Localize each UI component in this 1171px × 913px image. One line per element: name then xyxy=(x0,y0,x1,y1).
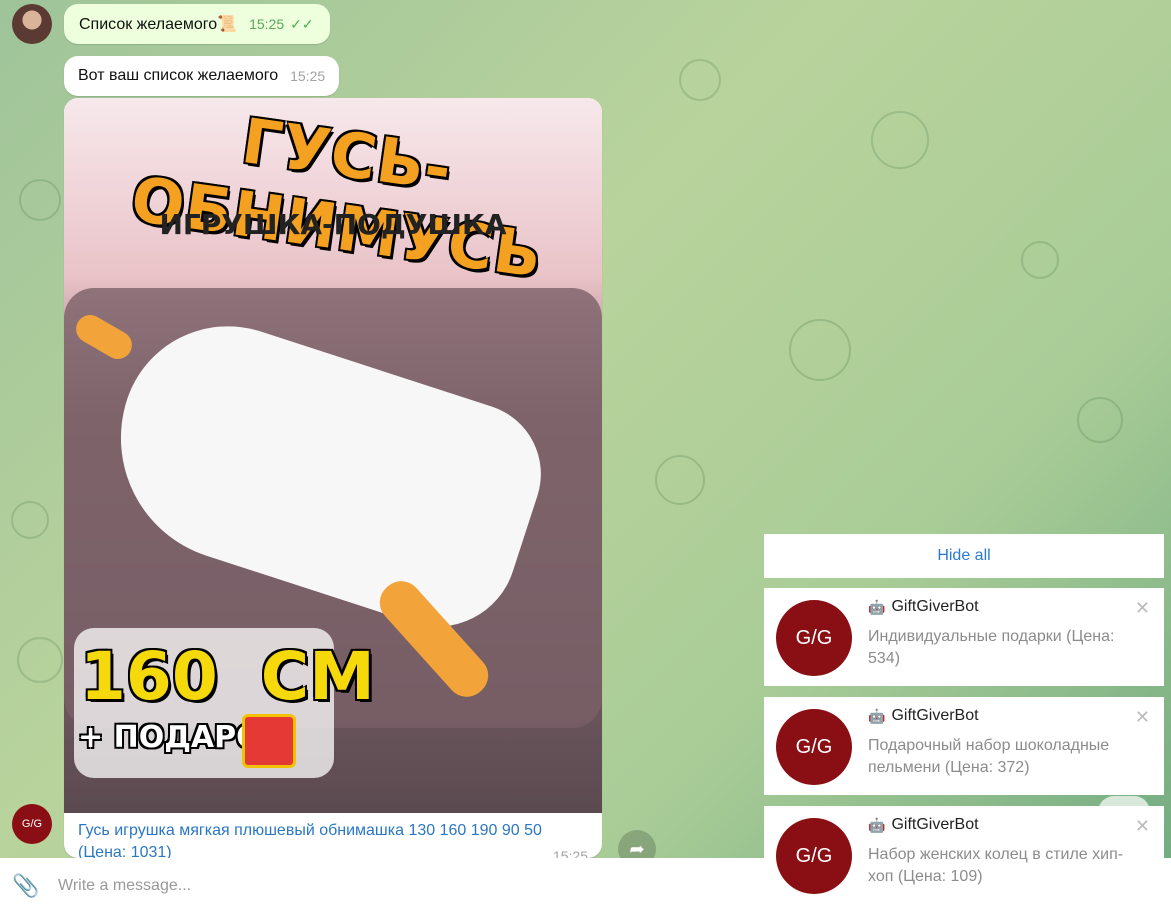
hide-all-button[interactable]: Hide all xyxy=(764,534,1164,578)
notification-text: Набор женских колец в стиле хип-хоп (Цен… xyxy=(868,846,1124,885)
notification-title: 🤖 GiftGiverBot xyxy=(868,816,979,834)
incoming-message[interactable]: Вот ваш список желаемого 15:25 xyxy=(64,56,340,96)
notification-card[interactable]: G/G 🤖 GiftGiverBot Индивидуальные подарки… xyxy=(764,588,1164,686)
bot-icon: 🤖 xyxy=(868,707,886,724)
notification-title-text: GiftGiverBot xyxy=(891,816,979,833)
photo-title: ГУСЬ-ОБНИМУСЬ xyxy=(126,104,547,293)
notification-text: Индивидуальные подарки (Цена: 534) xyxy=(868,628,1115,667)
message-input[interactable]: Write a message... xyxy=(58,877,191,895)
message-text: Список желаемого📜 xyxy=(79,16,238,33)
read-checks-icon: ✓✓ xyxy=(290,15,314,32)
notification-card[interactable]: G/G 🤖 GiftGiverBot Набор женских колец в … xyxy=(764,806,1164,904)
close-icon[interactable]: ✕ xyxy=(1135,816,1150,837)
notification-card[interactable]: G/G 🤖 GiftGiverBot Подарочный набор шокол… xyxy=(764,697,1164,795)
message-time: 15:25 xyxy=(552,848,588,858)
product-message[interactable]: ГУСЬ-ОБНИМУСЬ ИГРУШКА-ПОДУШКА 160 СМ + П… xyxy=(64,98,602,858)
product-caption-link[interactable]: Гусь игрушка мягкая плюшевый обнимашка 1… xyxy=(78,820,578,858)
bot-avatar-text: G/G xyxy=(21,818,43,830)
notification-title: 🤖 GiftGiverBot xyxy=(868,707,979,725)
message-text: Вот ваш список желаемого xyxy=(78,67,279,84)
size-label: 160 СМ xyxy=(80,638,375,715)
photo-subtitle: ИГРУШКА-ПОДУШКА xyxy=(159,208,507,241)
bot-icon: 🤖 xyxy=(868,816,886,833)
bot-avatar: G/G xyxy=(776,818,852,894)
outgoing-message[interactable]: Список желаемого📜 15:25 ✓✓ xyxy=(64,4,330,44)
attach-icon[interactable]: 📎 xyxy=(12,873,39,899)
gift-icon xyxy=(242,714,296,768)
bot-icon: 🤖 xyxy=(868,598,886,615)
message-time: 15:25 xyxy=(290,68,326,84)
close-icon[interactable]: ✕ xyxy=(1135,707,1150,728)
bot-avatar: G/G xyxy=(776,600,852,676)
notification-title-text: GiftGiverBot xyxy=(891,707,979,724)
bot-avatar[interactable]: G/G xyxy=(12,804,52,844)
close-icon[interactable]: ✕ xyxy=(1135,598,1150,619)
bot-avatar: G/G xyxy=(776,709,852,785)
notification-text: Подарочный набор шоколадные пельмени (Це… xyxy=(868,737,1110,776)
notification-title-text: GiftGiverBot xyxy=(891,598,979,615)
user-avatar[interactable] xyxy=(12,4,52,44)
product-photo[interactable]: ГУСЬ-ОБНИМУСЬ ИГРУШКА-ПОДУШКА 160 СМ + П… xyxy=(64,98,602,813)
message-time: 15:25 xyxy=(249,16,285,32)
notification-title: 🤖 GiftGiverBot xyxy=(868,598,979,616)
